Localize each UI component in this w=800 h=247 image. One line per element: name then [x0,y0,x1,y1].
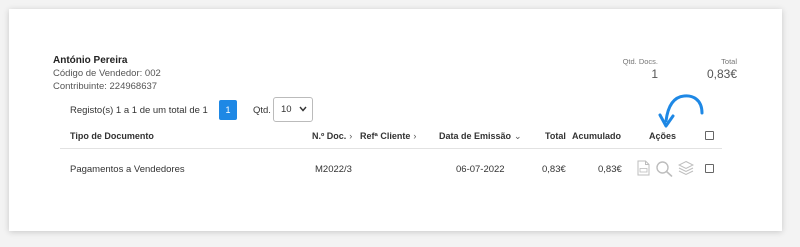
col-header-accumulated-label: Acumulado [572,131,622,141]
docs-count-label: Qtd. Docs. [622,57,658,66]
cell-accumulated: 0,83€ [598,164,622,175]
col-header-doc-number[interactable]: N.º Doc. › [312,131,352,141]
curved-arrow-icon [658,94,704,128]
cell-total: 0,83€ [542,164,566,175]
records-info: Registo(s) 1 a 1 de um total de 1 [70,105,208,116]
chevron-down-icon [299,106,307,112]
pdf-file-icon[interactable] [637,160,650,176]
cell-doc-number[interactable]: M2022/3 [315,164,352,175]
col-header-doc-type-label: Tipo de Documento [70,131,154,141]
layers-icon[interactable] [678,160,694,176]
seller-name: António Pereira [53,55,128,66]
col-header-doc-number-label: N.º Doc. [312,131,347,141]
docs-count-value: 1 [651,67,658,81]
col-header-client-ref[interactable]: Refª Cliente › [360,131,416,141]
page-size-select[interactable]: 10 [273,97,313,122]
page-size-value: 10 [281,104,292,115]
row-select-checkbox[interactable] [705,164,714,173]
col-header-accumulated: Acumulado [572,131,621,141]
chevron-right-icon: › [413,131,417,141]
col-header-total: Total [545,131,566,141]
col-header-doc-type: Tipo de Documento [70,131,154,141]
magnifier-icon[interactable] [655,160,673,177]
col-header-issue-date[interactable]: Data de Emissão ⌄ [439,131,522,142]
header-divider [60,148,722,149]
chevron-right-icon: › [349,131,353,141]
col-header-total-label: Total [545,131,566,141]
page-button-current[interactable]: 1 [219,100,237,120]
cell-issue-date: 06-07-2022 [456,164,505,175]
qty-label: Qtd. [253,105,271,116]
total-label: Total [721,57,737,66]
chevron-down-icon: ⌄ [514,131,522,141]
cell-doc-type: Pagamentos a Vendedores [70,164,185,175]
col-header-issue-date-label: Data de Emissão [439,131,512,141]
seller-code: Código de Vendedor: 002 [53,68,161,79]
total-value: 0,83€ [706,67,737,81]
seller-taxid: Contribuinte: 224968637 [53,81,158,92]
col-header-client-ref-label: Refª Cliente [360,131,411,141]
